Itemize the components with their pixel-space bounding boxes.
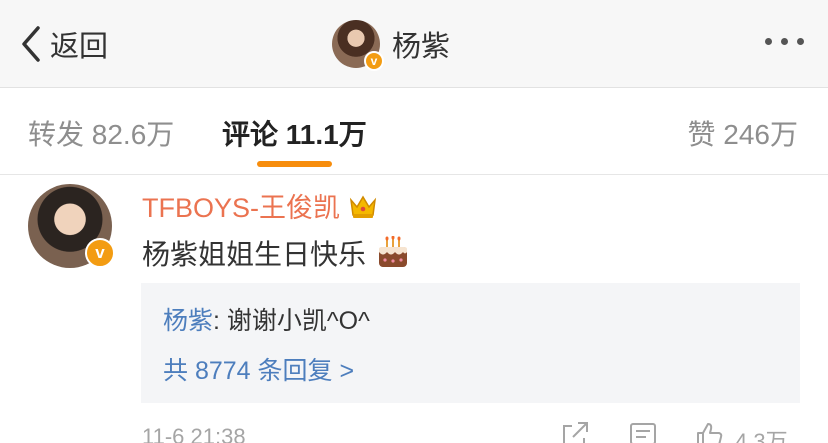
comment-timestamp: 11-6 21:38 bbox=[142, 424, 246, 443]
like-count: 4.3万 bbox=[735, 429, 788, 443]
verified-icon: v bbox=[85, 238, 115, 268]
comment-text: 杨紫姐姐生日快乐 bbox=[142, 239, 367, 270]
comment-author-name[interactable]: TFBOYS-王俊凯 bbox=[142, 186, 340, 225]
tab-bar: 转发 82.6万 评论 11.1万 赞 246万 bbox=[0, 89, 828, 175]
view-all-replies-link[interactable]: 共 8774 条回复 > bbox=[163, 351, 354, 387]
chevron-left-icon bbox=[22, 26, 40, 62]
reply-text: : 谢谢小凯^O^ bbox=[213, 307, 370, 335]
share-icon[interactable] bbox=[560, 420, 590, 443]
tab-comment[interactable]: 评论 11.1万 bbox=[222, 113, 367, 153]
back-label: 返回 bbox=[50, 31, 109, 63]
comment-icon[interactable] bbox=[628, 420, 658, 443]
back-button[interactable]: 返回 bbox=[18, 22, 108, 66]
dot-icon bbox=[781, 38, 788, 45]
crown-icon bbox=[349, 195, 377, 218]
dot-icon bbox=[797, 38, 804, 45]
reply-preview-box[interactable]: 杨紫: 谢谢小凯^O^ 共 8774 条回复 > bbox=[141, 283, 800, 403]
top-nav-bar: 返回 v 杨紫 bbox=[0, 0, 828, 88]
more-options-button[interactable] bbox=[765, 38, 804, 45]
comment-text-row: 杨紫姐姐生日快乐 bbox=[142, 233, 410, 273]
verified-icon: v bbox=[364, 51, 384, 71]
dot-icon bbox=[765, 38, 772, 45]
comment-avatar[interactable]: v bbox=[28, 184, 115, 268]
comment-author-row: TFBOYS-王俊凯 bbox=[142, 186, 378, 225]
reply-author-name[interactable]: 杨紫 bbox=[163, 307, 213, 335]
page-header-user[interactable]: v 杨紫 bbox=[332, 18, 451, 71]
thumbs-up-icon[interactable] bbox=[694, 420, 724, 443]
tab-repost[interactable]: 转发 82.6万 bbox=[28, 113, 174, 153]
page-title: 杨紫 bbox=[392, 31, 451, 63]
tab-like[interactable]: 赞 246万 bbox=[688, 113, 799, 153]
avatar[interactable]: v bbox=[332, 20, 384, 71]
reply-preview: 杨紫: 谢谢小凯^O^ bbox=[163, 301, 370, 337]
active-tab-indicator bbox=[257, 161, 332, 167]
birthday-cake-icon bbox=[379, 236, 408, 267]
